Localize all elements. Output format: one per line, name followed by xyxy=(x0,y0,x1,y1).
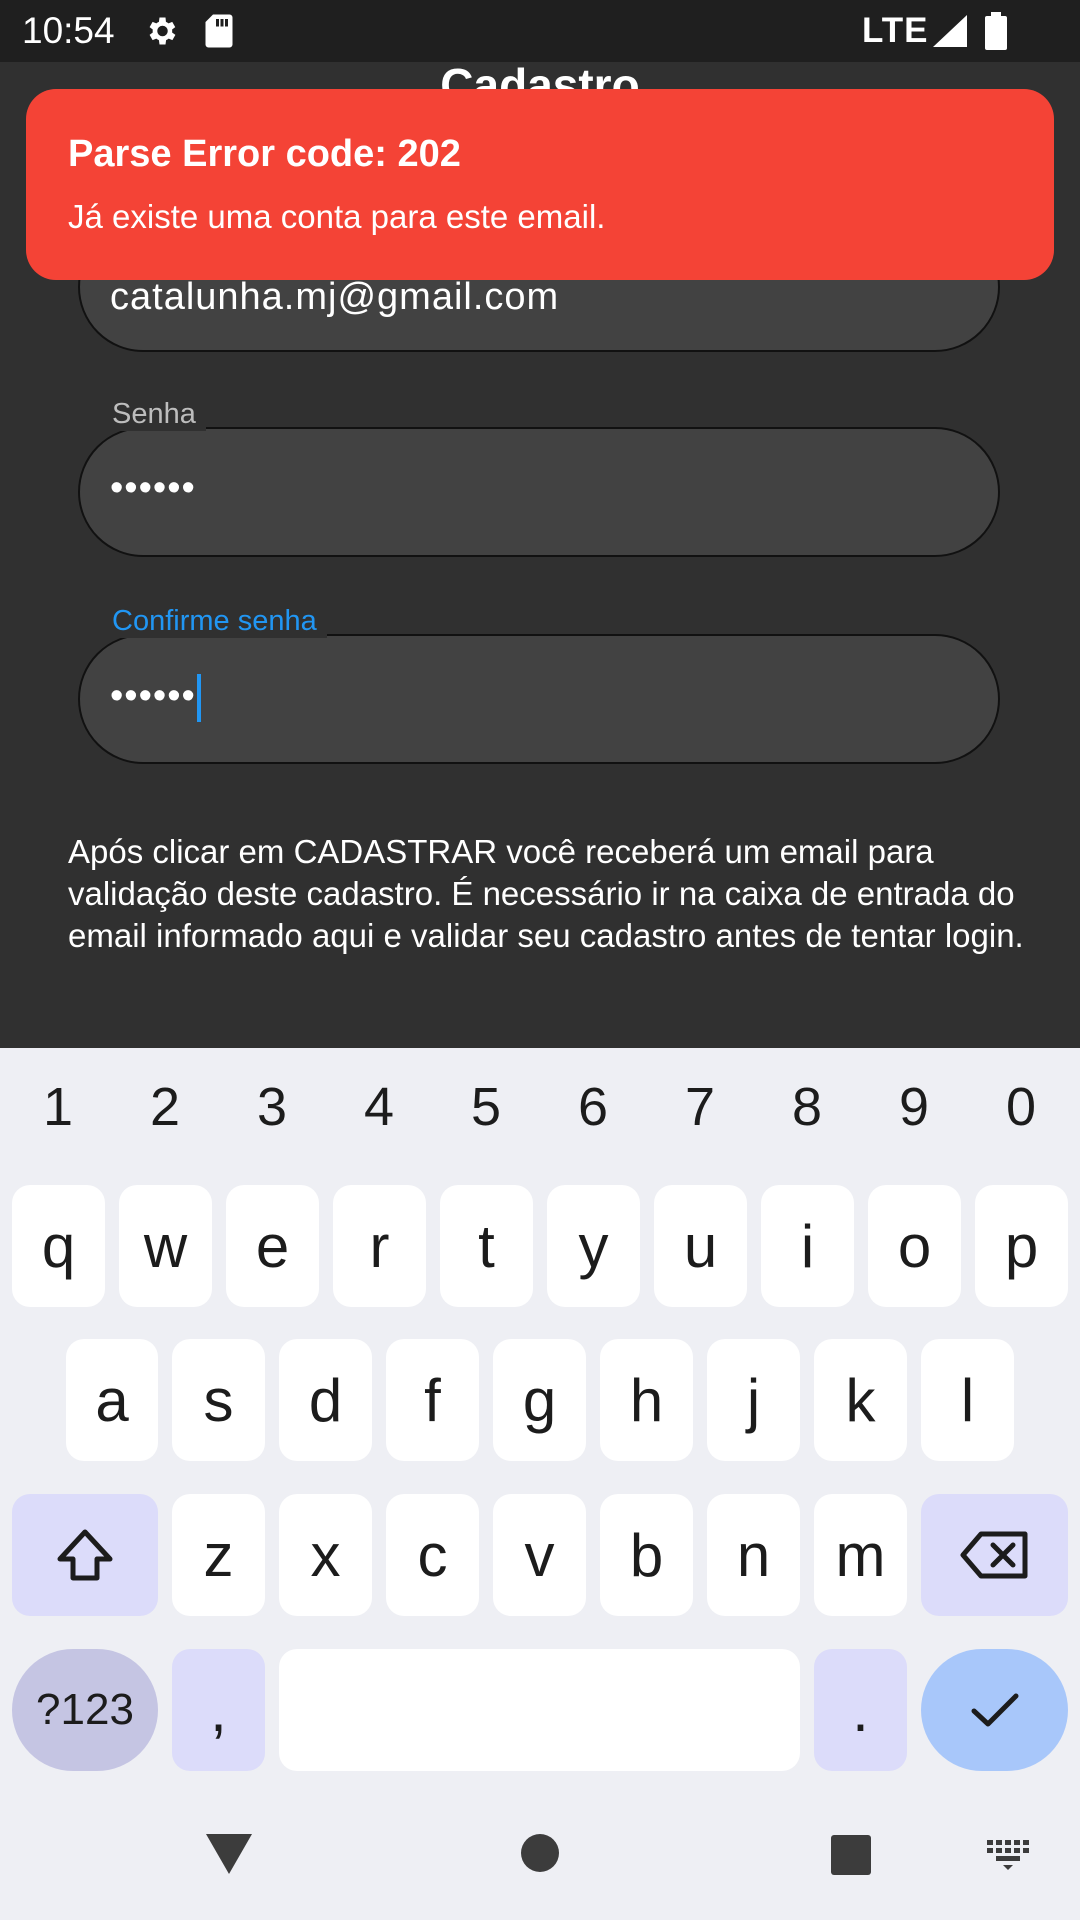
key-i[interactable]: i xyxy=(761,1185,854,1307)
key-h[interactable]: h xyxy=(600,1339,693,1461)
key-5[interactable]: 5 xyxy=(446,1076,526,1138)
confirm-password-value: •••••• xyxy=(110,675,196,718)
status-time: 10:54 xyxy=(22,10,115,51)
key-c[interactable]: c xyxy=(386,1494,479,1616)
key-4[interactable]: 4 xyxy=(339,1076,419,1138)
confirm-password-label: Confirme senha xyxy=(102,605,327,638)
key-r[interactable]: r xyxy=(333,1185,426,1307)
key-g[interactable]: g xyxy=(493,1339,586,1461)
text-cursor xyxy=(196,674,201,722)
key-2[interactable]: 2 xyxy=(125,1076,205,1138)
key-8[interactable]: 8 xyxy=(767,1076,847,1138)
key-3[interactable]: 3 xyxy=(232,1076,312,1138)
done-key[interactable] xyxy=(921,1649,1068,1771)
comma-key[interactable]: , xyxy=(172,1649,265,1771)
settings-icon xyxy=(143,13,179,54)
key-p[interactable]: p xyxy=(975,1185,1068,1307)
key-1[interactable]: 1 xyxy=(18,1076,98,1138)
key-n[interactable]: n xyxy=(707,1494,800,1616)
key-u[interactable]: u xyxy=(654,1185,747,1307)
password-value: •••••• xyxy=(110,467,196,509)
recents-icon[interactable] xyxy=(831,1835,871,1880)
period-key[interactable]: . xyxy=(814,1649,907,1771)
shift-key[interactable] xyxy=(12,1494,158,1616)
email-value: catalunha.mj@gmail.com xyxy=(110,276,560,318)
key-o[interactable]: o xyxy=(868,1185,961,1307)
network-type: LTE xyxy=(862,11,929,50)
key-z[interactable]: z xyxy=(172,1494,265,1616)
toast-title: Parse Error code: 202 xyxy=(68,133,461,175)
status-bar: 10:54 LTE xyxy=(0,0,1080,62)
key-j[interactable]: j xyxy=(707,1339,800,1461)
back-icon[interactable] xyxy=(206,1834,252,1879)
key-7[interactable]: 7 xyxy=(660,1076,740,1138)
key-9[interactable]: 9 xyxy=(874,1076,954,1138)
key-x[interactable]: x xyxy=(279,1494,372,1616)
key-a[interactable]: a xyxy=(66,1339,158,1461)
key-b[interactable]: b xyxy=(600,1494,693,1616)
key-t[interactable]: t xyxy=(440,1185,533,1307)
key-l[interactable]: l xyxy=(921,1339,1014,1461)
key-0[interactable]: 0 xyxy=(981,1076,1061,1138)
key-m[interactable]: m xyxy=(814,1494,907,1616)
key-k[interactable]: k xyxy=(814,1339,907,1461)
confirm-password-field[interactable]: Confirme senha •••••• xyxy=(78,605,1000,764)
key-s[interactable]: s xyxy=(172,1339,265,1461)
key-e[interactable]: e xyxy=(226,1185,319,1307)
key-v[interactable]: v xyxy=(493,1494,586,1616)
key-w[interactable]: w xyxy=(119,1185,212,1307)
check-icon xyxy=(971,1693,1018,1727)
number-row: 1 2 3 4 5 6 7 8 9 0 xyxy=(0,1076,1080,1156)
symbols-key[interactable]: ?123 xyxy=(12,1649,158,1771)
backspace-key[interactable] xyxy=(921,1494,1068,1616)
key-f[interactable]: f xyxy=(386,1339,479,1461)
key-q[interactable]: q xyxy=(12,1185,105,1307)
backspace-icon xyxy=(960,1531,1027,1579)
info-text: Após clicar em CADASTRAR você receberá u… xyxy=(68,833,1024,954)
confirm-password-value-wrap: •••••• xyxy=(110,674,201,722)
navigation-bar xyxy=(0,1776,1080,1920)
error-toast: Parse Error code: 202 Já existe uma cont… xyxy=(26,89,1054,280)
signal-icon xyxy=(933,15,967,52)
keyboard-switch-icon[interactable] xyxy=(987,1840,1029,1875)
sd-card-icon xyxy=(203,13,235,54)
space-key[interactable] xyxy=(279,1649,800,1771)
password-label: Senha xyxy=(102,398,206,431)
battery-icon xyxy=(985,12,1007,55)
password-field[interactable]: Senha •••••• xyxy=(78,398,1000,557)
toast-message: Já existe uma conta para este email. xyxy=(68,198,606,235)
home-icon[interactable] xyxy=(521,1834,559,1877)
key-d[interactable]: d xyxy=(279,1339,372,1461)
key-y[interactable]: y xyxy=(547,1185,640,1307)
key-6[interactable]: 6 xyxy=(553,1076,633,1138)
shift-icon xyxy=(57,1529,113,1581)
